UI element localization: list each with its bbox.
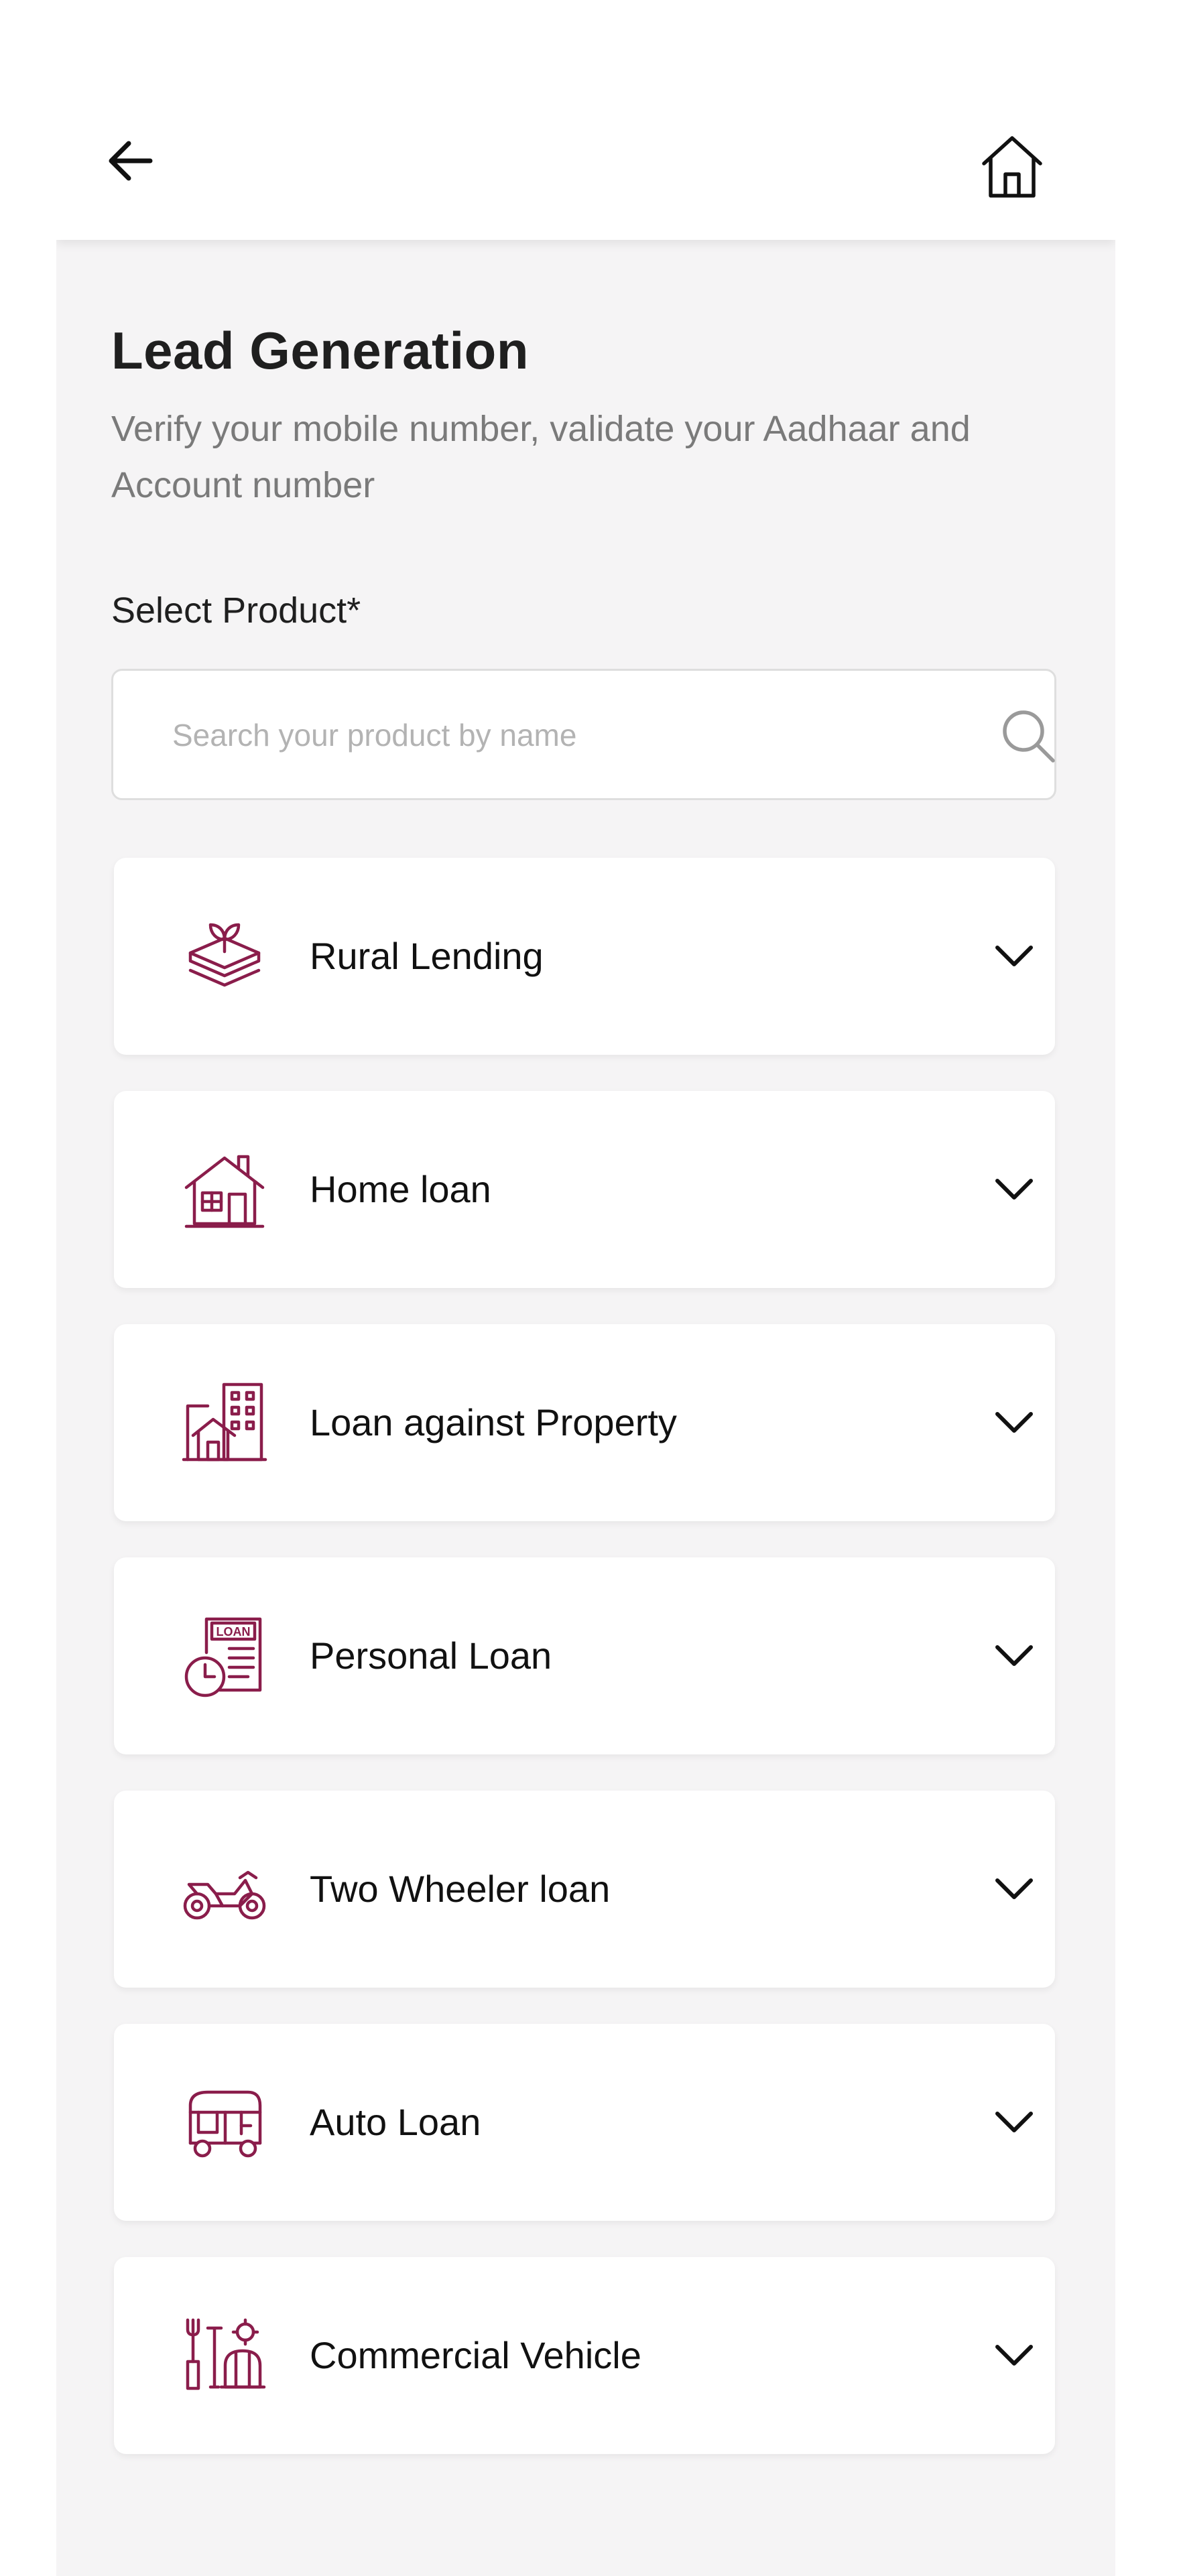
chevron-down-icon[interactable] [993, 1169, 1035, 1210]
personal-loan-icon: LOAN [184, 1617, 262, 1697]
product-item-loan-against-property[interactable]: Loan against Property [114, 1324, 1055, 1521]
select-product-label: Select Product* [111, 590, 361, 631]
product-item-commercial-vehicle[interactable]: Commercial Vehicle [114, 2257, 1055, 2454]
back-button[interactable] [101, 131, 160, 190]
product-label: Auto Loan [310, 2101, 481, 2143]
product-label: Two Wheeler loan [310, 1868, 611, 1910]
home-button[interactable] [972, 126, 1052, 206]
product-item-rural-lending[interactable]: Rural Lending [114, 858, 1055, 1055]
chevron-down-icon[interactable] [993, 1635, 1035, 1677]
arrow-left-icon [109, 141, 153, 181]
commercial-vehicle-icon [186, 2318, 266, 2390]
home-icon [982, 136, 1042, 198]
page-subtitle: Verify your mobile number, validate your… [111, 409, 971, 505]
product-search-box[interactable] [111, 669, 1056, 800]
product-label: Rural Lending [310, 935, 544, 977]
chevron-down-icon[interactable] [993, 1402, 1035, 1443]
product-label: Personal Loan [310, 1634, 552, 1677]
top-app-bar [56, 0, 1115, 240]
product-search-input[interactable] [171, 671, 944, 799]
home-loan-icon [184, 1155, 265, 1228]
auto-rickshaw-icon [188, 2090, 262, 2158]
product-label: Home loan [310, 1168, 491, 1210]
product-item-personal-loan[interactable]: LOAN Personal Loan [114, 1557, 1055, 1754]
two-wheeler-icon [183, 1870, 266, 1920]
chevron-down-icon[interactable] [993, 2102, 1035, 2143]
page-title: Lead Generation [111, 321, 529, 380]
lead-generation-screen: Lead Generation Verify your mobile numbe… [56, 0, 1115, 2576]
product-item-home-loan[interactable]: Home loan [114, 1091, 1055, 1288]
product-label: Commercial Vehicle [310, 2334, 641, 2376]
chevron-down-icon[interactable] [993, 1868, 1035, 1910]
rural-lending-icon [188, 923, 261, 987]
product-item-two-wheeler-loan[interactable]: Two Wheeler loan [114, 1791, 1055, 1988]
search-icon[interactable] [998, 706, 1058, 766]
loan-icon-text: LOAN [216, 1625, 251, 1638]
product-label: Loan against Property [310, 1401, 677, 1443]
product-item-auto-loan[interactable]: Auto Loan [114, 2024, 1055, 2221]
chevron-down-icon[interactable] [993, 936, 1035, 977]
chevron-down-icon[interactable] [993, 2335, 1035, 2376]
loan-against-property-icon [182, 1382, 267, 1462]
